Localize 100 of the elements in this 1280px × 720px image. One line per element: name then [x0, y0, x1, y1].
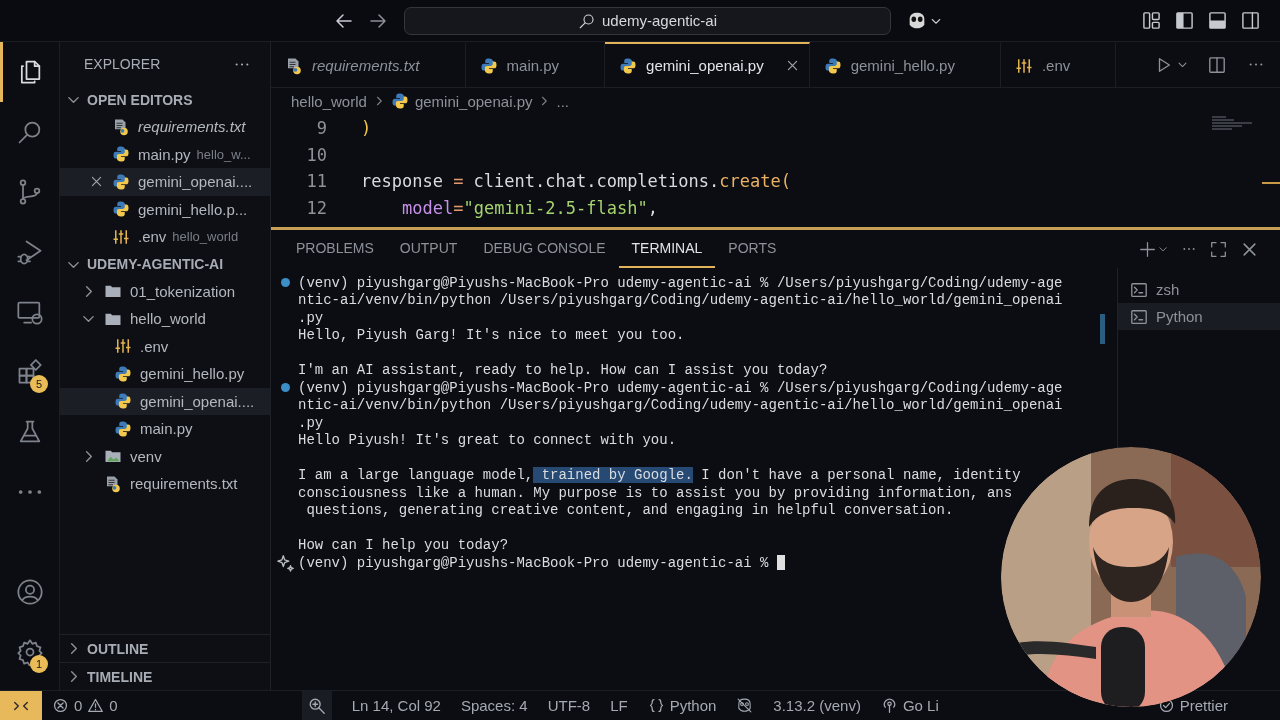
- status-item[interactable]: UTF-8: [547, 697, 591, 714]
- status-item[interactable]: Python: [647, 697, 717, 714]
- close-icon[interactable]: [1241, 240, 1258, 258]
- editor-tab[interactable]: gemini_openai.py: [605, 42, 810, 87]
- status-item[interactable]: Ln 14, Col 92: [351, 697, 441, 714]
- terminal-text: Hello, Piyush Garg! It's nice to meet you too.: [298, 327, 685, 344]
- code-text: ): [361, 118, 372, 139]
- close-icon[interactable]: [785, 59, 799, 72]
- breadcrumb-item[interactable]: ...: [556, 92, 569, 110]
- line-number: 9: [315, 118, 327, 139]
- tree-item[interactable]: gemini_openai....: [60, 387, 270, 415]
- scrollbar-thumb[interactable]: [1100, 314, 1105, 344]
- terminal-text: .py: [298, 414, 324, 431]
- sparkle-icon[interactable]: [276, 553, 295, 572]
- status-dot: [281, 278, 290, 288]
- ellipsis-icon[interactable]: [234, 61, 250, 67]
- python-icon: [619, 56, 638, 75]
- python-icon: [390, 92, 409, 110]
- sliders-icon: [112, 227, 130, 246]
- tree-item[interactable]: main.py: [60, 415, 270, 443]
- tree-item[interactable]: venv: [60, 442, 270, 470]
- list-item[interactable]: .env hello_world: [60, 223, 270, 251]
- python-icon: [112, 145, 130, 164]
- code-text: model="gemini-2.5-flash",: [401, 197, 658, 218]
- plus-icon[interactable]: [1139, 240, 1156, 258]
- search-field[interactable]: udemy-agentic-ai: [404, 6, 891, 35]
- list-item[interactable]: gemini_openai....: [60, 168, 270, 196]
- terminal-text: questions, generating creative content, and engaging in helpful conversation.: [305, 502, 954, 519]
- terminal-text: I'm an AI assistant, ready to help. How can I assist you today?: [298, 362, 828, 379]
- terminal-text: .py: [298, 309, 324, 326]
- breadcrumb-item[interactable]: hello_world: [291, 92, 367, 110]
- panel-tab[interactable]: DEBUG CONSOLE: [470, 230, 619, 268]
- ellipsis-icon[interactable]: [1182, 247, 1196, 251]
- editor-tab[interactable]: .env: [1000, 42, 1117, 87]
- remote-icon[interactable]: [0, 690, 42, 720]
- line-number: 10: [305, 144, 327, 165]
- terminal-text: ntic-ai/venv/bin/python /Users/piyushgarg/Coding/udemy-agentic-ai/hello_world/gemini_openai: [298, 397, 1063, 414]
- zoom-icon[interactable]: [301, 690, 332, 720]
- status-item[interactable]: Go Li: [880, 697, 939, 714]
- braces-icon: [647, 697, 665, 714]
- split-editor-icon[interactable]: [1208, 55, 1226, 74]
- notification-badge: 5: [30, 375, 48, 393]
- terminal-list-item[interactable]: Python: [1118, 303, 1280, 330]
- breadcrumb-item[interactable]: gemini_openai.py: [414, 92, 533, 110]
- terminal-icon: [1130, 280, 1148, 299]
- error-icon: [52, 697, 69, 714]
- section-header[interactable]: OUTLINE: [60, 634, 270, 662]
- status-item[interactable]: Spaces: 4: [460, 697, 528, 714]
- tree-item[interactable]: .env: [60, 332, 270, 360]
- status-item[interactable]: LF: [610, 697, 628, 714]
- panel-tab[interactable]: TERMINAL: [618, 230, 716, 268]
- terminal-list-item[interactable]: zsh: [1118, 276, 1280, 303]
- python-icon: [114, 392, 132, 411]
- panel-tab[interactable]: OUTPUT: [386, 230, 471, 268]
- sidebar-title: EXPLORER: [84, 56, 161, 72]
- panel-tab[interactable]: PORTS: [715, 230, 790, 268]
- panel-tab[interactable]: PROBLEMS: [283, 230, 387, 268]
- document-icon: [112, 117, 130, 136]
- terminal-text: (venv) piyushgarg@Piyushs-MacBook-Pro udemy-agentic-ai %: [298, 554, 770, 571]
- list-item[interactable]: main.py hello_w...: [60, 140, 270, 168]
- close-icon[interactable]: [89, 175, 103, 189]
- panel-bottom-icon[interactable]: [1208, 11, 1227, 30]
- layout-icon[interactable]: [1142, 11, 1161, 30]
- python-icon: [479, 56, 498, 75]
- terminal-text: consciousness like a human. My purpose is to assist you by providing information, ans: [298, 484, 1013, 501]
- account-icon[interactable]: [15, 578, 44, 606]
- play-bug-icon[interactable]: [15, 238, 44, 266]
- status-item[interactable]: 3.13.2 (venv): [773, 697, 861, 714]
- terminal-text: Hello Piyush! It's great to connect with you.: [298, 432, 677, 449]
- document-icon: [285, 56, 303, 75]
- python-icon: [823, 56, 842, 75]
- selection-indicator: [0, 42, 3, 102]
- editor-tab[interactable]: gemini_hello.py: [809, 42, 1001, 87]
- settings-icon[interactable]: [15, 638, 44, 666]
- section-header[interactable]: OPEN EDITORS: [60, 86, 270, 113]
- sidebar-left-icon[interactable]: [1175, 11, 1194, 30]
- list-item[interactable]: gemini_hello.p...: [60, 195, 270, 223]
- python-icon: [114, 364, 132, 383]
- sliders-icon: [1014, 56, 1033, 75]
- problems-indicator[interactable]: 0 0: [52, 697, 118, 714]
- ellipsis-icon[interactable]: [1248, 62, 1264, 67]
- list-item[interactable]: requirements.txt: [60, 113, 270, 141]
- line-number: 12: [305, 197, 327, 218]
- section-header[interactable]: UDEMY-AGENTIC-AI: [60, 250, 270, 278]
- chevron-down-icon[interactable]: [1158, 244, 1168, 254]
- tree-item[interactable]: 01_tokenization: [60, 277, 270, 305]
- python-icon: [112, 200, 130, 219]
- tree-item[interactable]: hello_world: [60, 305, 270, 333]
- editor-tab[interactable]: requirements.txt: [271, 42, 466, 87]
- terminal-text: (venv) piyushgarg@Piyushs-MacBook-Pro udemy-agentic-ai % /Users/piyushgarg/Coding/udemy-age: [298, 379, 1063, 396]
- terminal-text: I am a large language model, trained by Google. I don't have a personal name, identity: [298, 467, 1021, 484]
- tree-item[interactable]: gemini_hello.py: [60, 360, 270, 388]
- status-dot: [281, 383, 290, 393]
- maximize-icon[interactable]: [1210, 240, 1227, 258]
- document-icon: [104, 474, 122, 493]
- notification-badge: 1: [30, 655, 48, 673]
- scroll-marker: [1262, 182, 1280, 184]
- tree-item[interactable]: requirements.txt: [60, 470, 270, 498]
- robot-slash-icon[interactable]: [736, 697, 754, 714]
- sidebar-right-icon[interactable]: [1241, 11, 1260, 30]
